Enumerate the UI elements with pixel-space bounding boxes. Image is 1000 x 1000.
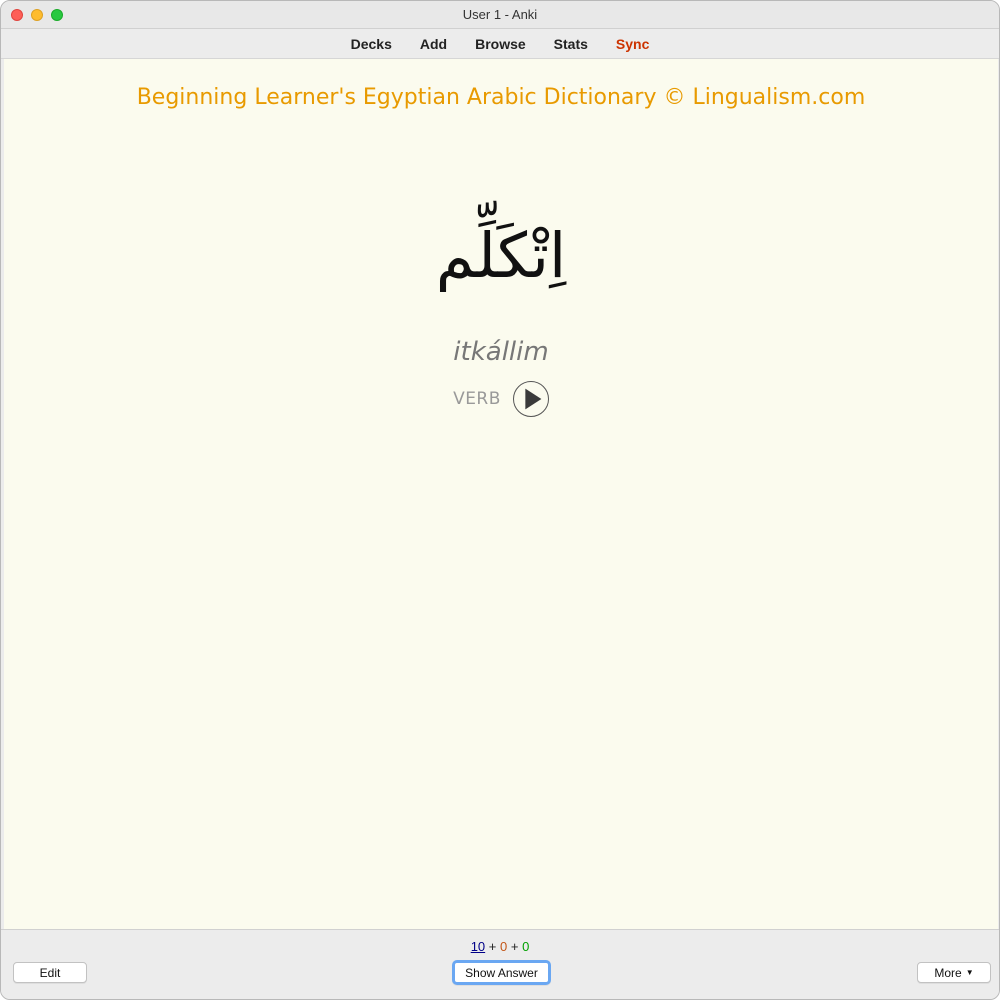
window-title: User 1 - Anki [462, 7, 538, 22]
edit-button-label: Edit [39, 965, 61, 980]
due-counts: 10 + 0 + 0 [1, 939, 999, 954]
window-controls [11, 9, 63, 21]
plus-separator: + [510, 939, 519, 954]
plus-separator: + [488, 939, 497, 954]
card-content: Beginning Learner's Egyptian Arabic Dict… [4, 59, 998, 929]
toolbar-decks[interactable]: Decks [337, 36, 406, 52]
caret-down-icon: ▼ [965, 968, 974, 977]
main-toolbar: Decks Add Browse Stats Sync [1, 29, 999, 59]
more-button-label: More [934, 965, 962, 980]
part-of-speech-label: VERB [453, 389, 501, 409]
learning-count: 0 [500, 939, 508, 954]
title-bar: User 1 - Anki [1, 1, 999, 29]
transliteration: itkállim [453, 337, 549, 367]
bottom-bar: 10 + 0 + 0 Edit Show Answer More ▼ [1, 929, 999, 999]
part-of-speech-row: VERB [4, 381, 998, 417]
toolbar-stats[interactable]: Stats [540, 36, 602, 52]
anki-window: User 1 - Anki Decks Add Browse Stats Syn… [0, 0, 1000, 1000]
show-answer-label: Show Answer [465, 965, 538, 980]
new-count: 10 [470, 939, 486, 954]
dictionary-header: Beginning Learner's Egyptian Arabic Dict… [136, 85, 866, 110]
arabic-word: اِتْكَلِّم [435, 219, 567, 292]
play-audio-button[interactable] [512, 381, 549, 417]
toolbar-browse[interactable]: Browse [461, 36, 540, 52]
play-icon [525, 388, 542, 410]
toolbar-sync[interactable]: Sync [602, 36, 663, 52]
maximize-window-button[interactable] [51, 9, 63, 21]
review-count: 0 [522, 939, 530, 954]
minimize-window-button[interactable] [31, 9, 43, 21]
show-answer-button[interactable]: Show Answer [452, 960, 551, 985]
more-button[interactable]: More ▼ [917, 962, 991, 983]
toolbar-add[interactable]: Add [406, 36, 461, 52]
edit-button[interactable]: Edit [13, 962, 87, 983]
close-window-button[interactable] [11, 9, 23, 21]
